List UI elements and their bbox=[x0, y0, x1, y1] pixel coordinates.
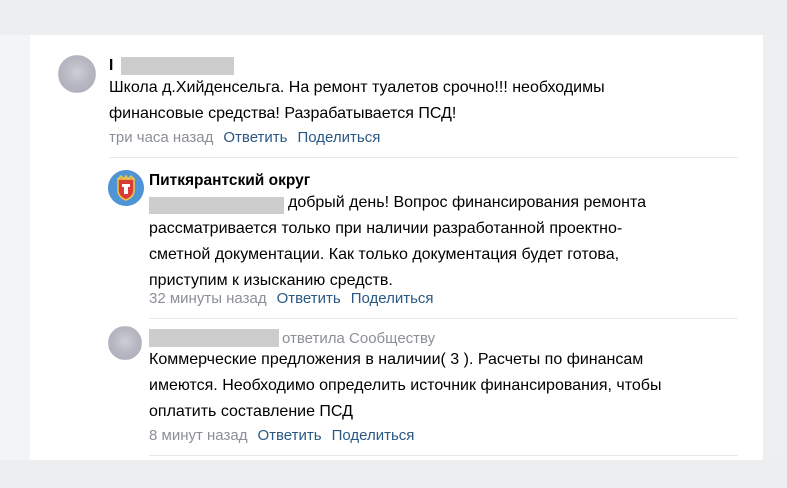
comment-meta: три часа назад Ответить Поделиться bbox=[109, 129, 380, 146]
comment-text: добрый день! Вопрос финансирования ремон… bbox=[149, 194, 647, 289]
reply-button[interactable]: Ответить bbox=[277, 290, 341, 307]
separator bbox=[109, 157, 738, 158]
coat-of-arms-graphic bbox=[108, 170, 144, 206]
left-background-strip bbox=[0, 35, 30, 460]
share-button[interactable]: Поделиться bbox=[332, 427, 415, 444]
comment-text: Коммерческие предложения в наличии( 3 ).… bbox=[149, 351, 662, 420]
separator bbox=[149, 455, 738, 456]
replied-to-label[interactable]: ответила Сообществу bbox=[282, 330, 435, 347]
avatar[interactable] bbox=[108, 326, 142, 360]
reply-button[interactable]: Ответить bbox=[223, 129, 287, 146]
comment-time[interactable]: три часа назад bbox=[109, 129, 213, 146]
right-background-strip bbox=[763, 35, 787, 460]
avatar[interactable] bbox=[58, 55, 96, 93]
comment-time[interactable]: 8 минут назад bbox=[149, 427, 247, 444]
comment-author[interactable]: I bbox=[109, 57, 113, 75]
share-button[interactable]: Поделиться bbox=[297, 129, 380, 146]
avatar-image bbox=[108, 326, 142, 360]
coat-of-arms-icon[interactable] bbox=[108, 170, 144, 206]
redacted-author-name bbox=[121, 57, 234, 75]
comment-text: Школа д.Хийденсельга. На ремонт туалетов… bbox=[109, 79, 605, 122]
comment-author[interactable]: Питкярантский округ bbox=[149, 172, 310, 190]
comment-meta: 8 минут назад Ответить Поделиться bbox=[149, 427, 414, 444]
redacted-author-name bbox=[149, 329, 279, 347]
comment-time[interactable]: 32 минуты назад bbox=[149, 290, 267, 307]
share-button[interactable]: Поделиться bbox=[351, 290, 434, 307]
comment-meta: 32 минуты назад Ответить Поделиться bbox=[149, 290, 434, 307]
reply-button[interactable]: Ответить bbox=[257, 427, 321, 444]
avatar-image bbox=[58, 55, 96, 93]
separator bbox=[149, 318, 738, 319]
